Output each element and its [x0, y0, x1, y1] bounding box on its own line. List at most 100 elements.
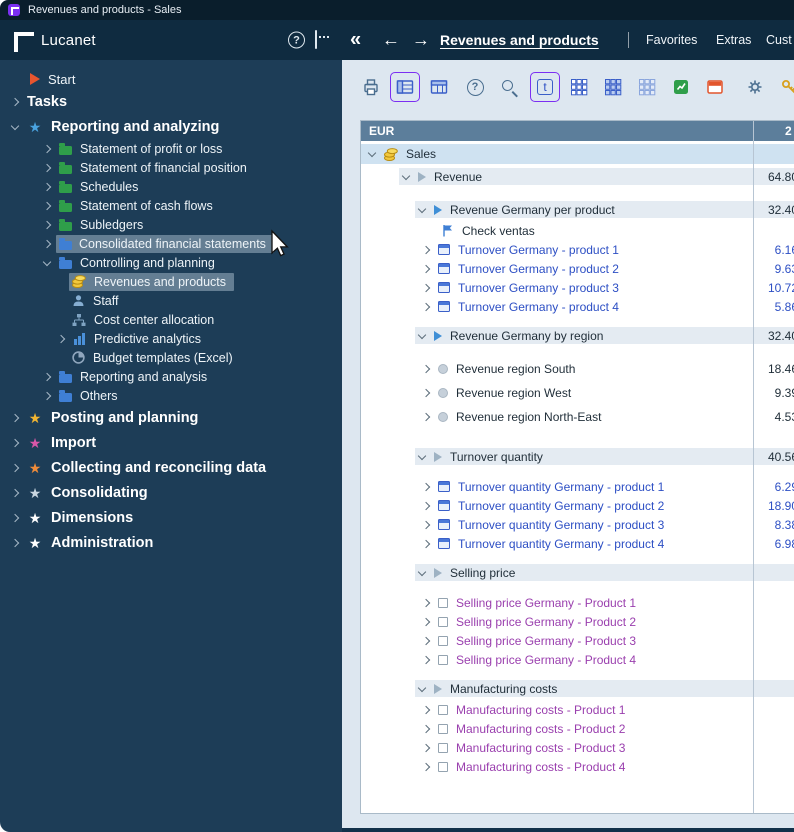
chevron-right-icon[interactable] — [57, 334, 65, 342]
sidebar-item-reporting-and-analyzing[interactable]: ★ Reporting and analyzing — [0, 114, 342, 139]
sidebar-item-tasks[interactable]: Tasks — [0, 89, 342, 114]
table-row-turnover-product-1[interactable]: Turnover Germany - product 1 6.16 — [361, 240, 794, 259]
table-layout-top-button[interactable] — [424, 72, 454, 102]
help-button[interactable]: ? — [460, 72, 490, 102]
chevron-right-icon[interactable] — [43, 163, 51, 171]
table-row-turnover-product-4[interactable]: Turnover Germany - product 4 5.86 — [361, 297, 794, 316]
feedback-icon[interactable] — [315, 31, 317, 49]
table-row-turnover-quantity-product-1[interactable]: Turnover quantity Germany - product 1 6.… — [361, 477, 794, 496]
chevron-right-icon[interactable] — [422, 389, 430, 397]
chevron-right-icon[interactable] — [11, 538, 19, 546]
table-row-manufacturing-costs[interactable]: Manufacturing costs — [361, 679, 794, 698]
chevron-right-icon[interactable] — [422, 283, 430, 291]
table-row-turnover-quantity-product-4[interactable]: Turnover quantity Germany - product 4 6.… — [361, 534, 794, 553]
table-row-revenue-region-north-east[interactable]: Revenue region North-East 4.53 — [361, 405, 794, 429]
chevron-right-icon[interactable] — [43, 239, 51, 247]
chart-red-button[interactable] — [700, 72, 730, 102]
chevron-right-icon[interactable] — [43, 220, 51, 228]
chevron-down-icon[interactable] — [368, 149, 376, 157]
grid-light-button[interactable] — [632, 72, 662, 102]
chevron-right-icon[interactable] — [422, 655, 430, 663]
sidebar-item-revenues-and-products[interactable]: Revenues and products — [0, 272, 342, 291]
chevron-right-icon[interactable] — [422, 413, 430, 421]
sidebar-item-cost-center-allocation[interactable]: Cost center allocation — [0, 310, 342, 329]
table-row-selling-price-product-3[interactable]: Selling price Germany - Product 3 — [361, 631, 794, 650]
chevron-right-icon[interactable] — [422, 617, 430, 625]
table-row-selling-price[interactable]: Selling price — [361, 563, 794, 582]
table-row-manufacturing-costs-product-1[interactable]: Manufacturing costs - Product 1 — [361, 700, 794, 719]
sidebar-item-import[interactable]: ★ Import — [0, 430, 342, 455]
sidebar-item-collecting-and-reconciling-data[interactable]: ★ Collecting and reconciling data — [0, 455, 342, 480]
chevron-down-icon[interactable] — [418, 683, 426, 691]
sidebar-item-reporting-and-analysis[interactable]: Reporting and analysis — [0, 367, 342, 386]
table-row-turnover-product-3[interactable]: Turnover Germany - product 3 10.72 — [361, 278, 794, 297]
table-row-turnover-quantity-product-3[interactable]: Turnover quantity Germany - product 3 8.… — [361, 515, 794, 534]
chevron-right-icon[interactable] — [43, 144, 51, 152]
back-icon[interactable]: ← — [382, 30, 400, 51]
menu-customize[interactable]: Cust — [766, 33, 792, 47]
current-page-title[interactable]: Revenues and products — [440, 32, 599, 48]
menu-favorites[interactable]: Favorites — [646, 33, 697, 47]
chevron-right-icon[interactable] — [43, 201, 51, 209]
chevron-right-icon[interactable] — [11, 488, 19, 496]
table-row-manufacturing-costs-product-2[interactable]: Manufacturing costs - Product 2 — [361, 719, 794, 738]
chevron-right-icon[interactable] — [422, 501, 430, 509]
table-row-sales[interactable]: Sales — [361, 144, 794, 164]
table-row-turnover-product-2[interactable]: Turnover Germany - product 2 9.63 — [361, 259, 794, 278]
sidebar-item-budget-templates-excel[interactable]: Budget templates (Excel) — [0, 348, 342, 367]
chevron-right-icon[interactable] — [422, 264, 430, 272]
chevron-right-icon[interactable] — [43, 372, 51, 380]
table-row-revenue-germany-by-region[interactable]: Revenue Germany by region 32.40 — [361, 326, 794, 345]
chevron-right-icon[interactable] — [422, 539, 430, 547]
chevron-right-icon[interactable] — [422, 705, 430, 713]
chevron-right-icon[interactable] — [422, 365, 430, 373]
table-row-check-ventas[interactable]: Check ventas — [361, 221, 794, 240]
chevron-right-icon[interactable] — [422, 724, 430, 732]
sidebar-item-statement-of-cash-flows[interactable]: Statement of cash flows — [0, 196, 342, 215]
table-row-turnover-quantity[interactable]: Turnover quantity 40.56 — [361, 447, 794, 466]
sidebar-item-start[interactable]: Start — [0, 69, 342, 89]
sidebar-item-staff[interactable]: Staff — [0, 291, 342, 310]
sidebar-item-administration[interactable]: ★ Administration — [0, 530, 342, 555]
table-row-selling-price-product-1[interactable]: Selling price Germany - Product 1 — [361, 593, 794, 612]
sidebar-item-dimensions[interactable]: ★ Dimensions — [0, 505, 342, 530]
sidebar-item-posting-and-planning[interactable]: ★ Posting and planning — [0, 405, 342, 430]
access-key-button[interactable] — [774, 72, 794, 102]
chevron-right-icon[interactable] — [422, 302, 430, 310]
table-row-revenue[interactable]: Revenue 64.80 — [361, 167, 794, 186]
forward-icon[interactable]: → — [412, 30, 430, 51]
print-button[interactable] — [356, 72, 386, 102]
chevron-right-icon[interactable] — [422, 520, 430, 528]
chevron-down-icon[interactable] — [402, 171, 410, 179]
chevron-right-icon[interactable] — [422, 598, 430, 606]
chevron-right-icon[interactable] — [43, 391, 51, 399]
table-row-selling-price-product-4[interactable]: Selling price Germany - Product 4 — [361, 650, 794, 669]
table-row-manufacturing-costs-product-4[interactable]: Manufacturing costs - Product 4 — [361, 757, 794, 776]
chevron-down-icon[interactable] — [11, 121, 19, 129]
chevron-right-icon[interactable] — [11, 97, 19, 105]
grid-small-button[interactable] — [564, 72, 594, 102]
text-cell-button[interactable]: t — [530, 72, 560, 102]
table-row-manufacturing-costs-product-3[interactable]: Manufacturing costs - Product 3 — [361, 738, 794, 757]
chevron-right-icon[interactable] — [422, 482, 430, 490]
menu-extras[interactable]: Extras — [716, 33, 751, 47]
sidebar-item-predictive-analytics[interactable]: Predictive analytics — [0, 329, 342, 348]
table-row-revenue-region-south[interactable]: Revenue region South 18.46 — [361, 357, 794, 381]
chevron-right-icon[interactable] — [422, 762, 430, 770]
search-button[interactable] — [494, 72, 524, 102]
chevron-down-icon[interactable] — [418, 204, 426, 212]
chevron-down-icon[interactable] — [43, 257, 51, 265]
grid-medium-button[interactable] — [598, 72, 628, 102]
chevron-right-icon[interactable] — [43, 182, 51, 190]
help-icon[interactable]: ? — [288, 32, 305, 49]
sidebar-item-statement-of-profit-or-loss[interactable]: Statement of profit or loss — [0, 139, 342, 158]
collapse-all-icon[interactable]: « — [350, 29, 361, 52]
sidebar-item-others[interactable]: Others — [0, 386, 342, 405]
chevron-right-icon[interactable] — [422, 245, 430, 253]
sidebar-item-statement-of-financial-position[interactable]: Statement of financial position — [0, 158, 342, 177]
table-row-selling-price-product-2[interactable]: Selling price Germany - Product 2 — [361, 612, 794, 631]
chevron-right-icon[interactable] — [422, 636, 430, 644]
sidebar-item-consolidating[interactable]: ★ Consolidating — [0, 480, 342, 505]
table-row-revenue-germany-per-product[interactable]: Revenue Germany per product 32.40 — [361, 200, 794, 219]
table-row-revenue-region-west[interactable]: Revenue region West 9.39 — [361, 381, 794, 405]
